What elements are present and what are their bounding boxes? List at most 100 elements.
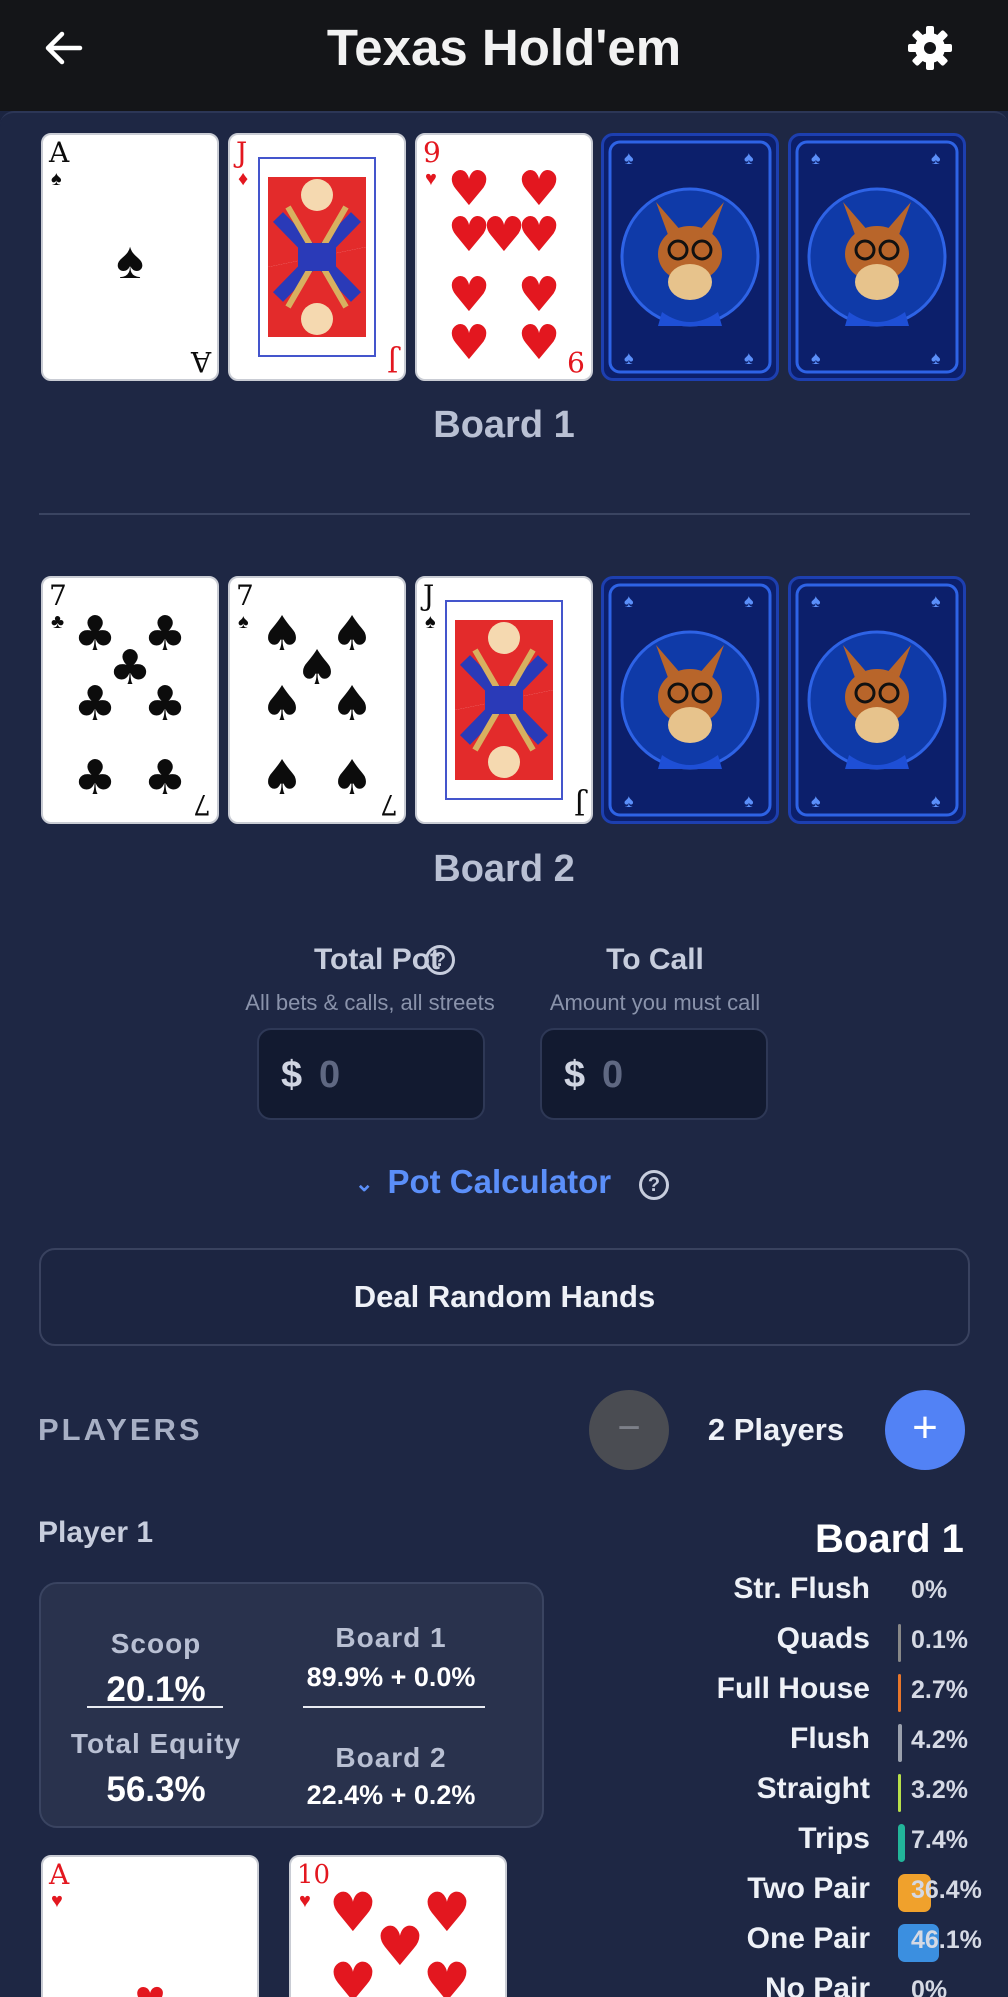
hand-stat-name: Trips <box>798 1822 870 1855</box>
card-suit: ♠ <box>51 168 62 190</box>
board2-card-4-facedown[interactable]: ♠ ♠ ♠ ♠ <box>601 576 779 824</box>
card-suit: ♥ <box>51 1890 63 1912</box>
board2-card-1[interactable]: 7 ♣ ♣ ♣ ♣ ♣ ♣ ♣ ♣ 7 <box>41 576 219 824</box>
remove-player-button[interactable]: − <box>589 1390 669 1470</box>
divider <box>303 1706 485 1708</box>
svg-text:♠: ♠ <box>330 676 373 732</box>
hand-stat-name: No Pair <box>764 1972 870 1997</box>
divider <box>87 1706 223 1708</box>
svg-text:♥: ♥ <box>517 315 560 365</box>
total-pot-sub: All bets & calls, all streets <box>245 990 495 1015</box>
hand-stat-bar <box>898 1624 901 1662</box>
jack-face-icon <box>258 157 376 357</box>
hand-stat-row: Full House 2.7% <box>600 1668 1008 1716</box>
hand-stat-percent: 7.4% <box>911 1826 968 1854</box>
svg-text:♠: ♠ <box>624 148 634 168</box>
scoop-value: 20.1% <box>106 1670 206 1709</box>
hand-stat-percent: 2.7% <box>911 1676 968 1704</box>
hand-stat-bar <box>898 1724 902 1762</box>
board1-card-3[interactable]: 9 ♥ ♥ ♥ ♥ ♥ ♥ ♥ ♥ ♥ ♥ 9 <box>415 133 593 381</box>
to-call-input[interactable]: $ 0 <box>540 1028 768 1120</box>
board1-card-2[interactable]: J ♦ J <box>228 133 406 381</box>
board1-equity-value: 89.9% + 0.0% <box>306 1662 476 1692</box>
svg-text:♠: ♠ <box>931 591 941 611</box>
scoop-label: Scoop <box>110 1628 202 1659</box>
hand-stat-percent: 3.2% <box>911 1776 968 1804</box>
board1-card-1[interactable]: A ♠ ♠ A <box>41 133 219 381</box>
card-rank-bottom: A <box>190 345 211 378</box>
card-rank-bottom: 7 <box>380 788 398 821</box>
svg-text:♠: ♠ <box>811 591 821 611</box>
svg-text:♠: ♠ <box>811 148 821 168</box>
board2-equity-value: 22.4% + 0.2% <box>306 1780 476 1810</box>
svg-text:♠: ♠ <box>260 750 303 806</box>
hand-stat-percent: 46.1% <box>911 1926 982 1954</box>
player1-hole-card-2[interactable]: 10 ♥ ♥ ♥ ♥ ♥ ♥ <box>289 1855 507 1997</box>
hand-stat-percent: 36.4% <box>911 1876 982 1904</box>
card-rank: J <box>236 136 248 169</box>
svg-text:♠: ♠ <box>931 791 941 811</box>
gear-icon[interactable] <box>905 23 955 73</box>
svg-text:♠: ♠ <box>624 791 634 811</box>
heart-icon: ♥ <box>43 1969 257 1997</box>
donkey-card-back-icon: ♠ ♠ ♠ ♠ <box>608 140 772 374</box>
spade-icon: ♠ <box>116 232 144 290</box>
to-call-placeholder: 0 <box>602 1054 624 1096</box>
pot-calculator-toggle[interactable]: ⌄ Pot Calculator <box>355 1163 611 1201</box>
hand-stat-row: Trips 7.4% <box>600 1818 1008 1866</box>
hand-stat-row: One Pair 46.1% <box>600 1918 1008 1966</box>
svg-text:♣: ♣ <box>73 750 116 806</box>
deal-random-hands-button[interactable]: Deal Random Hands <box>39 1248 970 1346</box>
card-rank-bottom: 9 <box>567 345 585 378</box>
svg-text:♥: ♥ <box>423 1951 471 1997</box>
svg-text:♠: ♠ <box>330 750 373 806</box>
hand-stat-name: Str. Flush <box>733 1572 870 1605</box>
board2-equity-label: Board 2 <box>335 1742 447 1773</box>
card-rank: A <box>49 1858 70 1891</box>
player-count: 2 Players <box>707 1412 845 1447</box>
svg-text:♥: ♥ <box>423 1881 471 1944</box>
svg-text:♠: ♠ <box>260 676 303 732</box>
board2-card-5-facedown[interactable]: ♠ ♠ ♠ ♠ <box>788 576 966 824</box>
svg-text:♠: ♠ <box>744 591 754 611</box>
hand-stat-percent: 0.1% <box>911 1626 968 1654</box>
svg-text:♥: ♥ <box>376 1915 424 1978</box>
board1-card-5-facedown[interactable]: ♠ ♠ ♠ ♠ <box>788 133 966 381</box>
hand-stat-bar <box>898 1824 905 1862</box>
add-player-button[interactable]: + <box>885 1390 965 1470</box>
hand-stat-bar <box>898 1674 901 1712</box>
card-suit: ♥ <box>299 1890 311 1912</box>
hand-stat-row: No Pair 0% <box>600 1968 1008 1997</box>
card-suit: ♥ <box>425 168 437 190</box>
to-call-label: To Call <box>606 943 704 976</box>
hand-stat-name: Two Pair <box>747 1872 870 1905</box>
question-circle-icon[interactable]: ? <box>425 945 455 975</box>
svg-text:♠: ♠ <box>744 148 754 168</box>
divider <box>39 513 970 515</box>
app-header: Texas Hold'em <box>0 0 1008 111</box>
svg-text:♥: ♥ <box>482 207 525 263</box>
question-circle-icon[interactable]: ? <box>639 1170 669 1200</box>
total-pot-input[interactable]: $ 0 <box>257 1028 485 1120</box>
hearts-pips: ♥ ♥ ♥ ♥ ♥ <box>329 1881 471 1997</box>
svg-text:♠: ♠ <box>931 148 941 168</box>
hand-stat-row: Flush 4.2% <box>600 1718 1008 1766</box>
card-rank-bottom: 7 <box>193 788 211 821</box>
board1-card-4-facedown[interactable]: ♠ ♠ ♠ ♠ <box>601 133 779 381</box>
svg-text:♣: ♣ <box>73 676 116 732</box>
card-suit: ♠ <box>238 611 249 633</box>
svg-text:♠: ♠ <box>744 791 754 811</box>
hand-stat-name: One Pair <box>746 1922 870 1955</box>
board2-card-3[interactable]: J ♠ J <box>415 576 593 824</box>
hand-stat-percent: 0% <box>911 1976 948 1997</box>
player1-hole-card-1[interactable]: A ♥ ♥ <box>41 1855 259 1997</box>
hand-stat-row: Two Pair 36.4% <box>600 1868 1008 1916</box>
card-rank-bottom: J <box>573 788 585 821</box>
total-pot-label: Total Pot <box>313 943 441 976</box>
donkey-card-back-icon: ♠ ♠ ♠ ♠ <box>795 583 959 817</box>
card-rank: A <box>49 136 70 169</box>
board-1-label: Board 1 <box>433 404 575 446</box>
clubs-pips: ♣ ♣ ♣ ♣ ♣ ♣ ♣ <box>73 606 186 806</box>
board2-card-2[interactable]: 7 ♠ ♠ ♠ ♠ ♠ ♠ ♠ ♠ 7 <box>228 576 406 824</box>
card-suit: ♦ <box>238 168 249 190</box>
